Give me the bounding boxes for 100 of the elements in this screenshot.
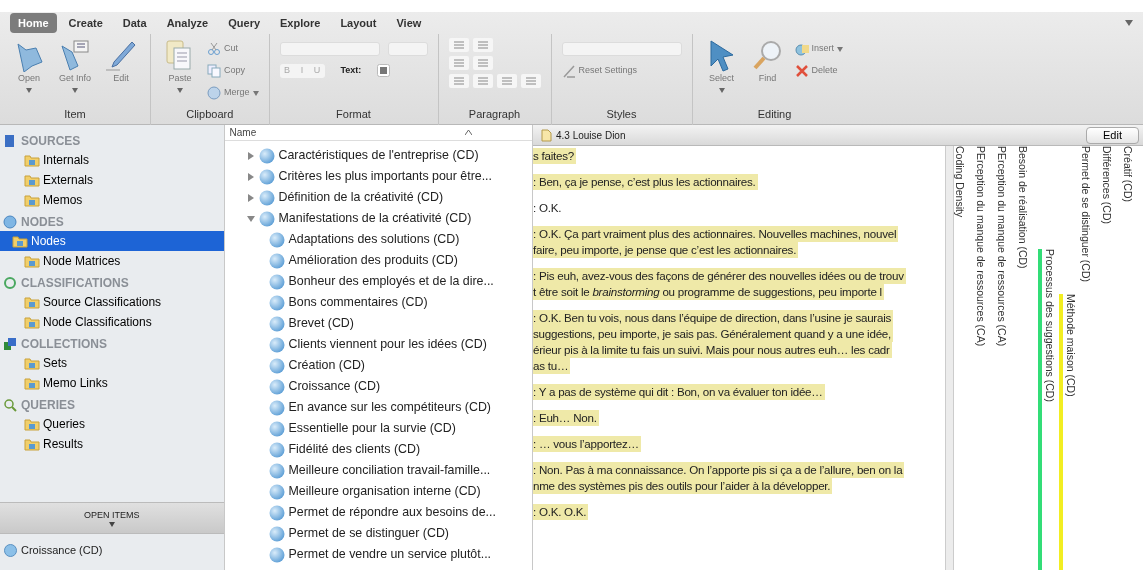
node-icon xyxy=(268,525,285,542)
node-name[interactable]: Définition de la créativité (CD) xyxy=(278,188,444,207)
folder-icon xyxy=(24,295,40,309)
ribbon-tab[interactable]: Layout xyxy=(332,12,385,34)
sidebar-item[interactable]: Externals xyxy=(0,170,224,190)
edit-button[interactable]: Edit xyxy=(1086,126,1139,144)
sidebar-item[interactable]: Source Classifications xyxy=(0,292,224,312)
folder-icon xyxy=(24,173,40,187)
open-item[interactable]: Croissance (CD) xyxy=(21,542,103,559)
node-icon xyxy=(258,168,275,185)
stripe-label: Coding Density xyxy=(954,146,966,220)
insert-icon xyxy=(794,42,809,56)
sidebar-item[interactable]: Node Matrices xyxy=(0,251,224,271)
transcript-line: : O.K. xyxy=(533,200,563,216)
node-icon xyxy=(268,546,285,563)
group-label: Clipboard xyxy=(185,106,235,122)
sidebar-item[interactable]: Sets xyxy=(0,353,224,373)
node-name[interactable]: Permet de répondre aux besoins de... xyxy=(288,503,496,522)
node-name[interactable]: Permet de se distinguer (CD) xyxy=(288,524,449,543)
search-icon xyxy=(3,398,17,412)
collapse-icon[interactable] xyxy=(1125,20,1133,26)
ribbon-tab[interactable]: Data xyxy=(114,12,155,34)
document-title: 4.3 Louise Dion xyxy=(556,128,626,143)
section-header: SOURCES xyxy=(21,133,81,150)
node-name[interactable]: Meilleure conciliation travail-famille... xyxy=(288,461,491,480)
node-icon xyxy=(258,189,275,206)
node-name[interactable]: Clients viennent pour les idées (CD) xyxy=(288,335,487,354)
sort-icon[interactable] xyxy=(465,130,472,135)
book-icon xyxy=(3,134,17,148)
open-items-bar[interactable]: OPEN ITEMS xyxy=(0,502,224,534)
sidebar-item[interactable]: Memos xyxy=(0,190,224,210)
ribbon-tab[interactable]: Create xyxy=(60,12,111,34)
node-name[interactable]: Brevet (CD) xyxy=(288,314,354,333)
sidebar-item[interactable]: Results xyxy=(0,434,224,454)
stripe-label: Permet de se distinguer (CD) xyxy=(1080,146,1092,284)
node-icon xyxy=(268,336,285,353)
size-select[interactable] xyxy=(387,42,428,56)
node-name[interactable]: Meilleure organisation interne (CD) xyxy=(288,482,481,501)
node-icon xyxy=(268,483,285,500)
node-icon xyxy=(268,294,285,311)
group-label: Format xyxy=(335,106,372,122)
stripe-label: Différences (CD) xyxy=(1101,146,1113,226)
stripe-label: PErception du manque de ressources (CA) xyxy=(975,146,987,349)
scissors-icon xyxy=(207,42,221,56)
ribbon-tab[interactable]: View xyxy=(388,12,430,34)
coding-stripe-bar[interactable] xyxy=(1059,294,1063,570)
sidebar-item[interactable]: Queries xyxy=(0,414,224,434)
ribbon-tab[interactable]: Explore xyxy=(272,12,329,34)
open-items-label: OPEN ITEMS xyxy=(84,508,140,522)
expand-arrow[interactable] xyxy=(246,214,255,223)
node-name[interactable]: Critères les plus importants pour être... xyxy=(278,167,492,186)
stack-icon xyxy=(3,337,17,351)
folder-icon xyxy=(24,417,40,431)
node-name[interactable]: Bons commentaires (CD) xyxy=(288,293,428,312)
section-header: CLASSIFICATIONS xyxy=(21,275,129,292)
folder-icon xyxy=(24,315,40,329)
sidebar-item[interactable]: Internals xyxy=(0,150,224,170)
document-icon xyxy=(541,128,552,142)
folder-icon xyxy=(24,437,40,451)
ribbon-tab[interactable]: Query xyxy=(220,12,269,34)
node-icon xyxy=(258,147,275,164)
node-name[interactable]: Création (CD) xyxy=(288,356,365,375)
node-icon xyxy=(268,273,285,290)
font-select[interactable] xyxy=(279,42,380,56)
ribbon-tab[interactable]: Home xyxy=(10,12,57,34)
color-swatch xyxy=(377,64,391,78)
node-name[interactable]: Croissance (CD) xyxy=(288,377,381,396)
node-icon xyxy=(268,315,285,332)
node-icon xyxy=(268,420,285,437)
stripe-label: PErception du manque de ressources (CA) xyxy=(996,146,1008,349)
node-name[interactable]: Essentielle pour la survie (CD) xyxy=(288,419,456,438)
node-icon xyxy=(4,543,17,557)
group-label: Item xyxy=(63,106,87,122)
column-header[interactable]: Name xyxy=(229,125,257,140)
folder-icon xyxy=(24,193,40,207)
scrollbar[interactable] xyxy=(945,146,954,570)
node-name[interactable]: Permet de vendre un service plutôt... xyxy=(288,545,492,564)
node-name[interactable]: En avance sur les compétiteurs (CD) xyxy=(288,398,491,417)
expand-arrow[interactable] xyxy=(246,172,255,181)
folder-icon xyxy=(24,356,40,370)
section-header: QUERIES xyxy=(21,397,75,414)
node-name[interactable]: Bonheur des employés et de la dire... xyxy=(288,272,494,291)
sidebar-item[interactable]: Memo Links xyxy=(0,373,224,393)
sidebar-item[interactable]: Nodes xyxy=(0,231,224,251)
ribbon-tab[interactable]: Analyze xyxy=(158,12,217,34)
text-color-label: Text: xyxy=(340,64,362,77)
node-name[interactable]: Fidélité des clients (CD) xyxy=(288,440,421,459)
expand-arrow[interactable] xyxy=(246,151,255,160)
node-name[interactable]: Amélioration des produits (CD) xyxy=(288,251,458,270)
node-name[interactable]: Manifestations de la créativité (CD) xyxy=(278,209,472,228)
folder-icon xyxy=(24,376,40,390)
style-select[interactable] xyxy=(561,42,682,56)
expand-arrow[interactable] xyxy=(246,193,255,202)
node-name[interactable]: Adaptations des solutions (CD) xyxy=(288,230,460,249)
node-icon xyxy=(3,215,17,229)
sidebar-item[interactable]: Node Classifications xyxy=(0,312,224,332)
node-name[interactable]: Caractéristiques de l'entreprise (CD) xyxy=(278,146,479,165)
node-icon xyxy=(268,252,285,269)
coding-stripe-bar[interactable] xyxy=(1038,249,1042,570)
copy-icon xyxy=(207,64,221,78)
